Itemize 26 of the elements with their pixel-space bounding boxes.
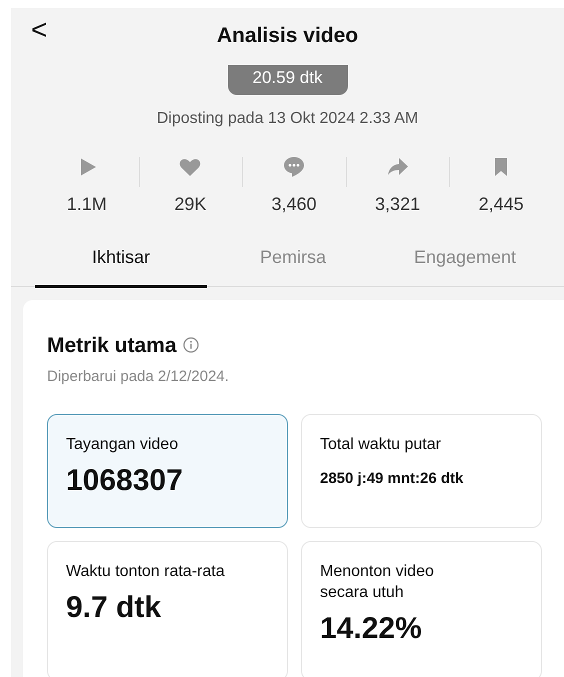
metric-tile[interactable]: Total waktu putar 2850 j:49 mnt:26 dtk <box>301 414 542 528</box>
metric-label: Total waktu putar <box>320 435 442 455</box>
metric-value: 2850 j:49 mnt:26 dtk <box>320 468 464 489</box>
updated-date: Diperbarui pada 2/12/2024. <box>47 366 230 386</box>
posted-date: Diposting pada 13 Okt 2024 2.33 AM <box>156 109 420 129</box>
stat-count: 2,445 <box>478 193 524 216</box>
page-title: Analisis video <box>216 23 358 49</box>
info-icon[interactable] <box>182 337 199 353</box>
comment-icon <box>282 155 306 179</box>
stat-count: 3,321 <box>375 193 420 216</box>
metric-value: 1068307 <box>66 462 184 499</box>
stat-count: 1.1M <box>66 193 107 216</box>
metric-tile[interactable]: Waktu tonton rata-rata 9.7 dtk <box>47 541 288 677</box>
metric-value: 14.22% <box>320 610 423 647</box>
back-button[interactable]: < <box>31 16 48 44</box>
metric-label: Waktu tonton rata-rata <box>66 562 226 582</box>
stat-count: 3,460 <box>271 193 316 216</box>
tab[interactable]: Ikhtisar <box>35 244 207 288</box>
metric-value: 9.7 dtk <box>66 590 162 626</box>
metric-label: Menonton video secara utuh <box>320 562 435 603</box>
metric-tile[interactable]: Menonton video secara utuh 14.22% <box>301 541 542 677</box>
metric-label: Tayangan video <box>66 435 180 455</box>
section-title: Metrik utama <box>47 334 177 357</box>
metric-tile[interactable]: Tayangan video 1068307 <box>47 414 288 528</box>
video-duration: 20.59 dtk <box>228 65 348 95</box>
stat-count: 29K <box>174 193 206 216</box>
